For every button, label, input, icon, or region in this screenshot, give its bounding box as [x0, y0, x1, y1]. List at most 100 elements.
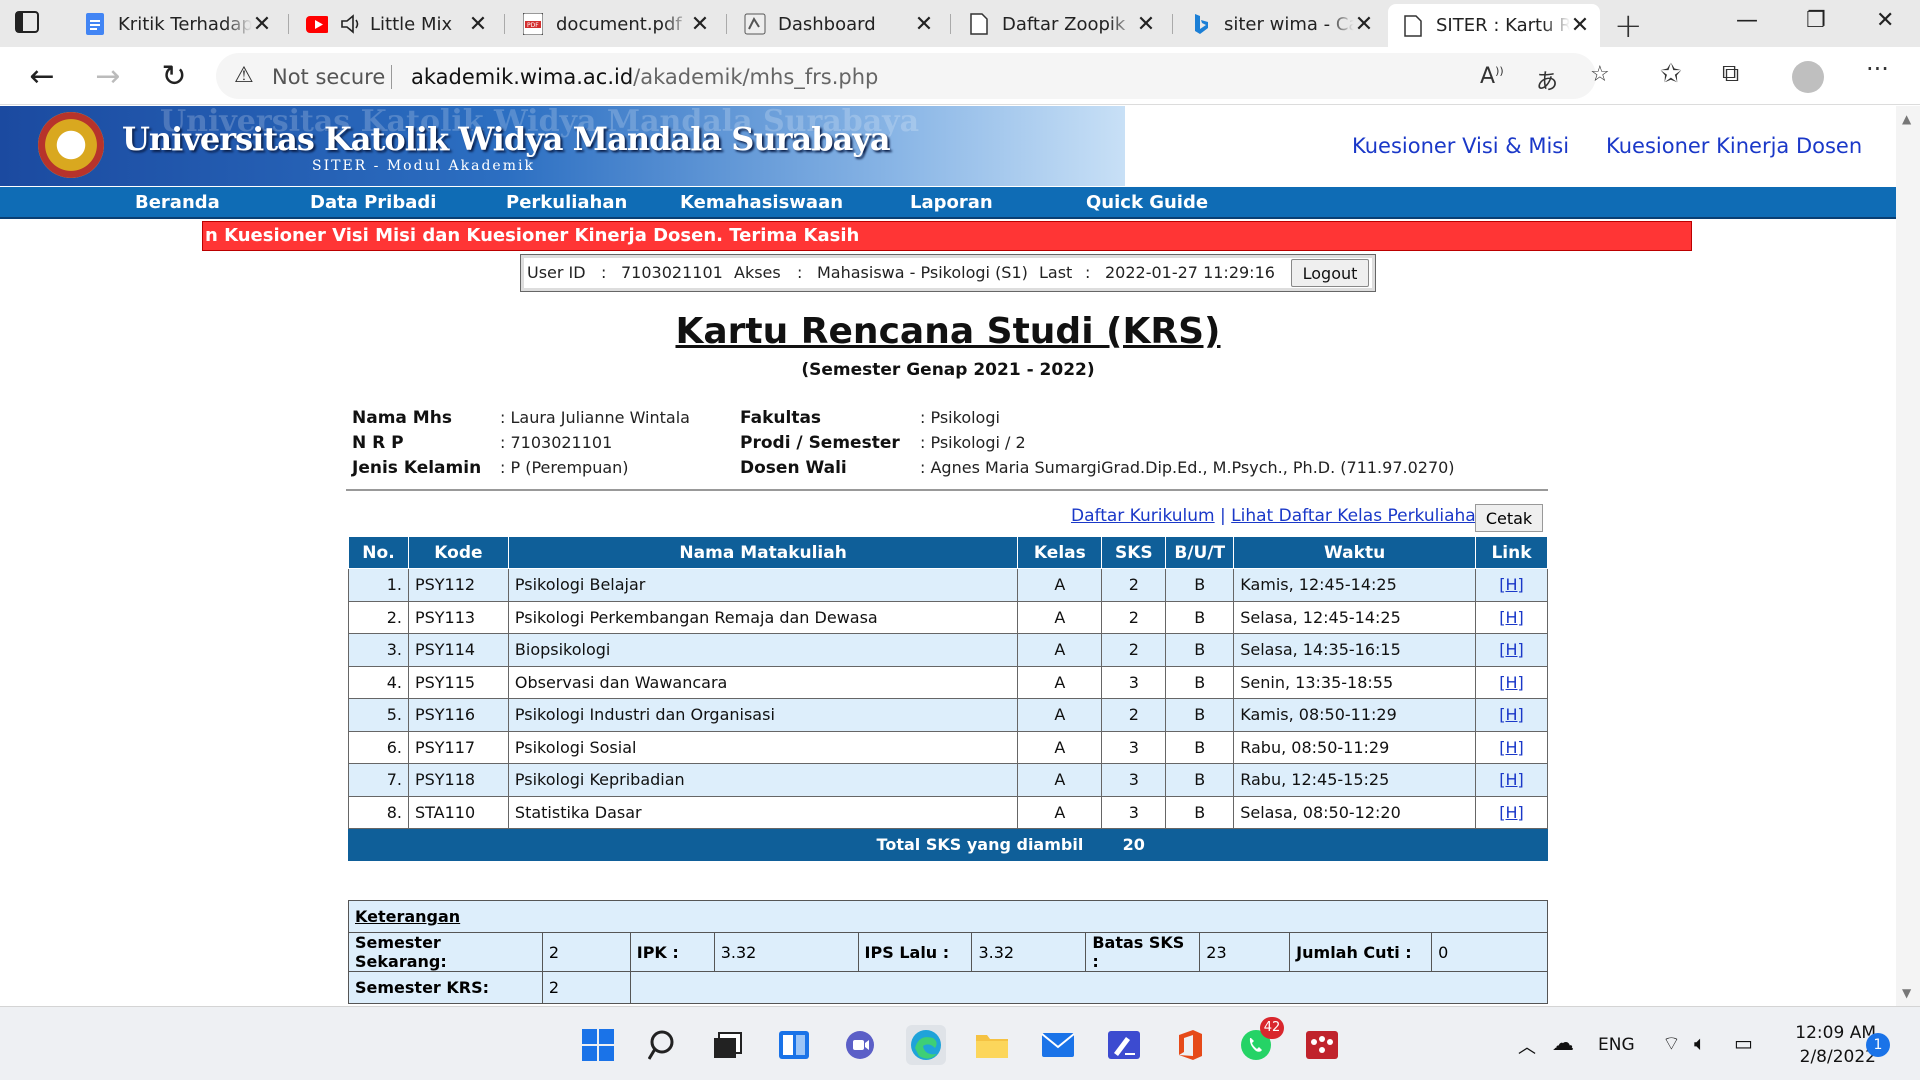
krs-table: No. Kode Nama Matakuliah Kelas SKS B/U/T… — [347, 536, 1549, 861]
favorites-icon[interactable]: ✩ — [1660, 59, 1682, 89]
back-icon[interactable]: ← — [24, 59, 60, 94]
battery-icon[interactable]: ▭ — [1734, 1031, 1753, 1055]
volume-icon[interactable]: 🔈︎ — [1694, 1031, 1706, 1055]
daftar-kurikulum-link[interactable]: Daftar Kurikulum — [1071, 506, 1215, 526]
row-link[interactable]: [H] — [1499, 575, 1524, 594]
profile-avatar[interactable] — [1792, 61, 1824, 93]
tab-4[interactable]: Dashboard ✕ — [730, 6, 944, 42]
new-tab-icon[interactable]: + — [1614, 6, 1643, 46]
row-link[interactable]: [H] — [1499, 640, 1524, 659]
row-but: B — [1165, 698, 1235, 732]
refresh-icon[interactable]: ↻ — [156, 59, 192, 94]
close-icon[interactable]: ✕ — [1136, 12, 1156, 37]
teams-chat-icon[interactable] — [840, 1025, 880, 1065]
file-explorer-icon[interactable] — [972, 1025, 1012, 1065]
cetak-button[interactable]: Cetak — [1475, 504, 1543, 532]
onedrive-icon[interactable]: ☁ — [1552, 1031, 1574, 1056]
separator: : — [1085, 263, 1091, 282]
tab-6[interactable]: siter wima - Ca ✕ — [1176, 6, 1384, 42]
url-input[interactable]: ⚠ Not secure akademik.wima.ac.id/akademi… — [216, 53, 1610, 99]
row-link[interactable]: [H] — [1499, 673, 1524, 692]
close-icon[interactable]: ✕ — [914, 12, 934, 37]
row-no: 8. — [348, 795, 409, 829]
daftar-kelas-link[interactable]: Lihat Daftar Kelas Perkuliahan — [1231, 506, 1486, 526]
clock-time[interactable]: 12:09 AM — [1780, 1023, 1876, 1043]
warning-icon[interactable]: ⚠ — [234, 63, 254, 88]
row-kelas: A — [1017, 763, 1103, 797]
row-no: 4. — [348, 665, 409, 699]
close-icon[interactable]: ✕ — [1354, 12, 1374, 37]
restore-icon[interactable]: ❐ — [1806, 8, 1826, 33]
announcement-text: n Kuesioner Visi Misi dan Kuesioner Kine… — [205, 225, 860, 246]
menu-data-pribadi[interactable]: Data Pribadi — [310, 192, 436, 213]
menu-laporan[interactable]: Laporan — [910, 192, 993, 213]
row-waktu: Kamis, 08:50-11:29 — [1233, 698, 1476, 732]
tab-title: Little Mix — [370, 13, 453, 35]
tab-1[interactable]: Kritik Terhadap ✕ — [70, 6, 282, 42]
close-icon[interactable]: ✕ — [1570, 13, 1590, 38]
kuesioner-kinerja-dosen-link[interactable]: Kuesioner Kinerja Dosen — [1606, 134, 1862, 158]
row-kelas: A — [1017, 730, 1103, 764]
wifi-icon[interactable]: ⌔ — [1662, 1031, 1681, 1056]
security-label[interactable]: Not secure — [272, 65, 385, 89]
row-kode: PSY118 — [407, 763, 509, 797]
whatsapp-icon[interactable]: 42 — [1236, 1017, 1284, 1065]
office-icon[interactable] — [1170, 1025, 1210, 1065]
row-link[interactable]: [H] — [1499, 608, 1524, 627]
minimize-icon[interactable]: — — [1736, 8, 1758, 33]
add-favorite-icon[interactable]: ☆ — [1590, 62, 1610, 87]
total-value: 20 — [1101, 828, 1167, 861]
row-link[interactable]: [H] — [1499, 705, 1524, 724]
clock-date[interactable]: 2/8/2022 — [1780, 1047, 1876, 1067]
read-aloud-icon[interactable]: A)) — [1480, 64, 1504, 89]
row-link-cell: [H] — [1474, 730, 1549, 764]
chevron-up-icon[interactable]: ︿ — [1518, 1033, 1536, 1059]
semester-krs-value: 2 — [541, 971, 631, 1004]
page-scrollbar[interactable]: ▲ ▼ — [1896, 106, 1920, 1006]
collections-icon[interactable]: ⧉ — [1722, 59, 1739, 87]
close-window-icon[interactable]: ✕ — [1876, 8, 1894, 33]
notification-badge[interactable]: 1 — [1866, 1033, 1890, 1057]
scroll-down-icon[interactable]: ▼ — [1902, 986, 1911, 1000]
forward-icon[interactable]: → — [90, 59, 126, 94]
url-text[interactable]: akademik.wima.ac.id/akademik/mhs_frs.php — [411, 65, 878, 89]
mail-icon[interactable] — [1038, 1025, 1078, 1065]
translate-icon[interactable]: あ — [1536, 64, 1558, 96]
close-icon[interactable]: ✕ — [252, 12, 272, 37]
kuesioner-visi-misi-link[interactable]: Kuesioner Visi & Misi — [1352, 134, 1569, 158]
edit-app-icon[interactable] — [1104, 1025, 1144, 1065]
row-kelas: A — [1017, 568, 1103, 602]
task-view-icon[interactable] — [708, 1025, 748, 1065]
bing-icon — [1190, 13, 1212, 35]
widgets-icon[interactable] — [774, 1025, 814, 1065]
page-icon — [968, 13, 990, 35]
menu-kemahasiswaan[interactable]: Kemahasiswaan — [680, 192, 843, 213]
logout-button[interactable]: Logout — [1291, 259, 1369, 287]
row-nama: Biopsikologi — [507, 633, 1019, 667]
nrp-label: N R P — [352, 433, 404, 453]
speaker-icon[interactable] — [340, 13, 362, 35]
column-header: Nama Matakuliah — [507, 536, 1019, 569]
windows-start-icon[interactable] — [578, 1025, 618, 1065]
tab-2[interactable]: Little Mix ✕ — [292, 6, 498, 42]
tab-5[interactable]: Daftar Zoopik ✕ — [954, 6, 1166, 42]
mendeley-icon[interactable] — [1302, 1025, 1342, 1065]
row-link[interactable]: [H] — [1499, 738, 1524, 757]
language-indicator[interactable]: ENG — [1598, 1035, 1635, 1055]
search-icon[interactable] — [644, 1025, 684, 1065]
close-icon[interactable]: ✕ — [468, 12, 488, 37]
tab-3[interactable]: PDF document.pdf ✕ — [508, 6, 720, 42]
menu-quick-guide[interactable]: Quick Guide — [1086, 192, 1208, 213]
menu-perkuliahan[interactable]: Perkuliahan — [506, 192, 627, 213]
edge-icon[interactable] — [906, 1025, 946, 1065]
more-menu-icon[interactable]: ··· — [1866, 55, 1889, 83]
scroll-up-icon[interactable]: ▲ — [1902, 112, 1911, 126]
row-link[interactable]: [H] — [1499, 803, 1524, 822]
close-icon[interactable]: ✕ — [690, 12, 710, 37]
dosen-wali-label: Dosen Wali — [740, 458, 847, 478]
tab-7-active[interactable]: SITER : Kartu R ✕ — [1388, 4, 1600, 47]
row-sks: 3 — [1101, 763, 1167, 797]
menu-beranda[interactable]: Beranda — [135, 192, 220, 213]
tab-actions-icon[interactable] — [14, 10, 58, 38]
row-link[interactable]: [H] — [1499, 770, 1524, 789]
